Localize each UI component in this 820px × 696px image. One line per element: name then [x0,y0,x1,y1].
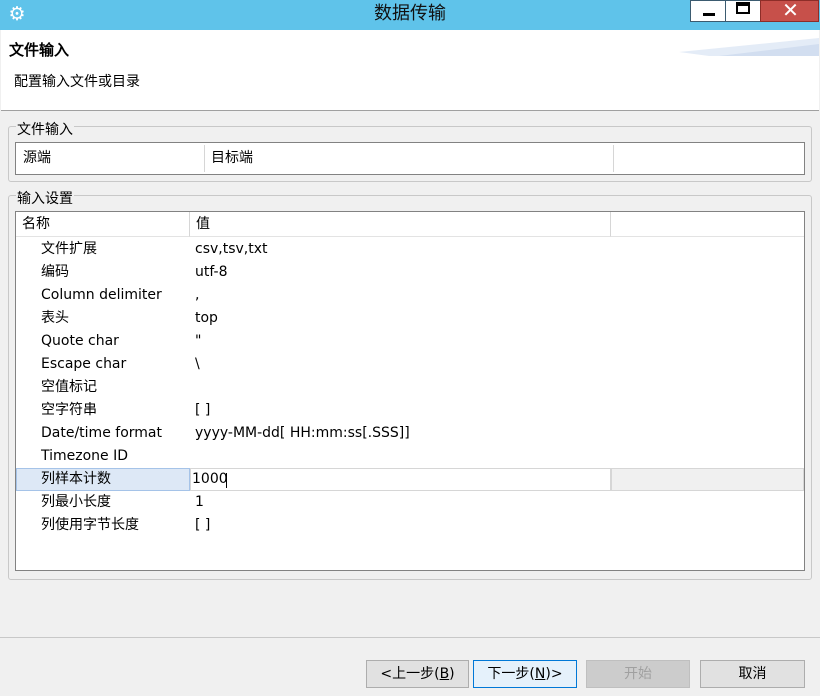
start-button[interactable]: 开始 [586,660,690,688]
minimize-button[interactable] [690,0,726,22]
property-name: Escape char [41,356,127,372]
property-value[interactable]: utf-8 [195,261,227,284]
value-editor[interactable] [190,468,611,491]
property-name: 列最小长度 [41,494,111,510]
property-name: 表头 [41,310,69,326]
back-button[interactable]: <上一步(B) [366,660,469,688]
maximize-button[interactable] [725,0,761,22]
property-name: 列样本计数 [41,471,111,487]
property-name: Column delimiter [41,287,162,303]
property-name: Timezone ID [41,448,129,464]
property-name: 列使用字节长度 [41,517,139,533]
table-row[interactable]: Date/time format yyyy-MM-dd[ HH:mm:ss[.S… [16,422,804,445]
property-name: 文件扩展 [41,241,97,257]
name-column-header[interactable]: 名称 [16,212,190,237]
table-row[interactable]: Quote char " [16,330,804,353]
close-button[interactable]: ✕ [760,0,819,22]
property-value[interactable]: yyyy-MM-dd[ HH:mm:ss[.SSS]] [195,422,410,445]
property-value[interactable]: [ ] [195,399,210,422]
back-button-label: <上一步( [380,666,440,682]
property-name: Quote char [41,333,119,349]
page-description: 配置输入文件或目录 [14,74,140,90]
table-row-selected[interactable]: 列样本计数 1000 [16,468,804,491]
back-button-mnemonic: B [439,666,450,682]
target-column-header[interactable]: 目标端 [205,145,614,172]
property-value[interactable]: csv,tsv,txt [195,238,268,261]
property-value-input[interactable]: 1000 [192,468,228,491]
back-button-suffix: ) [449,666,455,682]
next-button-suffix: )> [545,666,563,682]
input-settings-group-label: 输入设置 [16,188,74,208]
property-value[interactable]: 1 [195,491,204,514]
next-button[interactable]: 下一步(N)> [473,660,577,688]
table-row[interactable]: 编码 utf-8 [16,261,804,284]
wizard-header: 文件输入 配置输入文件或目录 [1,30,819,111]
property-name: 空字符串 [41,402,97,418]
property-value[interactable]: " [195,330,201,353]
table-row[interactable]: 列使用字节长度 [ ] [16,514,804,537]
row-filler-cell [611,468,804,491]
next-button-label: 下一步( [487,666,535,682]
cancel-button[interactable]: 取消 [700,660,805,688]
input-settings-table[interactable]: 名称 值 文件扩展 csv,tsv,txt 编码 utf-8 Column de… [15,211,805,571]
value-column-header[interactable]: 值 [190,212,611,237]
property-value[interactable]: top [195,307,218,330]
minimize-icon [703,13,715,16]
maximize-icon [736,2,750,14]
table-row[interactable]: 空值标记 [16,376,804,399]
header-decoration [679,38,819,56]
extra-column-header[interactable] [614,145,804,172]
source-column-header[interactable]: 源端 [17,145,205,172]
property-value[interactable]: , [195,284,199,307]
property-name: Date/time format [41,425,162,441]
table-row[interactable]: 列最小长度 1 [16,491,804,514]
table-row[interactable]: 文件扩展 csv,tsv,txt [16,238,804,261]
footer-divider [0,637,820,638]
table-row[interactable]: Column delimiter , [16,284,804,307]
property-value[interactable]: [ ] [195,514,210,537]
table-row[interactable]: 表头 top [16,307,804,330]
filler-column-header [611,212,804,237]
table-row[interactable]: 空字符串 [ ] [16,399,804,422]
close-icon: ✕ [782,0,799,22]
table-row[interactable]: Timezone ID [16,445,804,468]
title-bar[interactable]: ⚙ 数据传输 ✕ [0,0,820,30]
property-value[interactable]: \ [195,353,200,376]
property-name: 编码 [41,264,69,280]
file-input-group-label: 文件输入 [16,119,74,139]
file-input-table[interactable]: 源端 目标端 [15,142,805,175]
next-button-mnemonic: N [534,666,546,682]
property-name: 空值标记 [41,379,97,395]
table-row[interactable]: Escape char \ [16,353,804,376]
page-title: 文件输入 [9,41,70,59]
